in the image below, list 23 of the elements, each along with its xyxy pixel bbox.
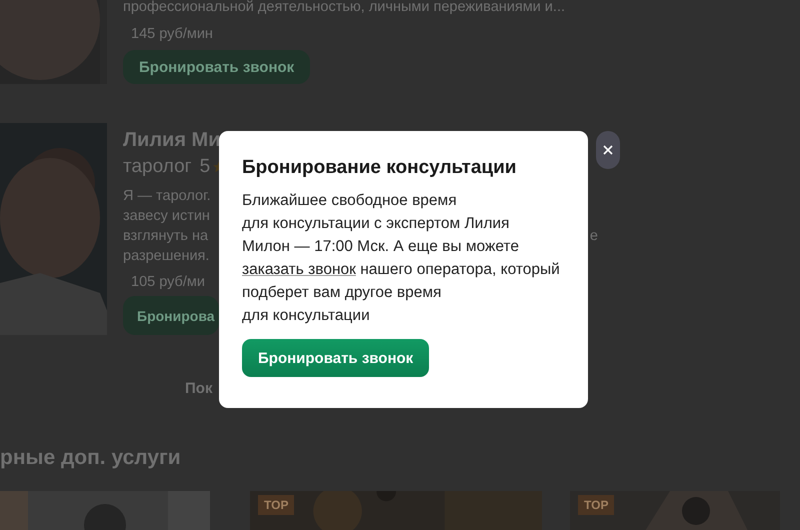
book-call-button[interactable]: Бронирова <box>123 296 219 335</box>
description-line: Я — таролог. <box>123 188 211 204</box>
expert-name: Лилия Ми <box>123 128 221 153</box>
description-line: разрешения. <box>123 248 210 264</box>
price: 105 руб/ми <box>131 273 205 292</box>
rating: 5 <box>200 155 210 179</box>
top-badge: TOP <box>578 495 614 515</box>
show-more-button[interactable]: Пок <box>185 380 212 397</box>
dialog-title: Бронирование консультации <box>242 157 518 179</box>
expert-description: профессиональной деятельностью, личными переживаниями и... <box>123 0 565 17</box>
book-call-button[interactable]: Бронировать звонок <box>242 339 430 377</box>
dialog-text: Ближайшее свободное время для консультации с экспертом Лилия Милон — 17:00 Мск. А еще вы можете заказать звонок нашего оператора, который подберет вам другое время для консультации <box>242 191 561 326</box>
top-badge: TOP <box>258 495 294 515</box>
price: 145 руб/мин <box>131 25 213 44</box>
description-line: взглянуть на <box>123 227 208 246</box>
order-call-link[interactable]: заказать звонок <box>242 261 356 278</box>
description-fragment: е <box>590 227 598 246</box>
book-call-button[interactable]: Бронировать звонок <box>123 50 310 84</box>
description-line: завесу истин <box>123 208 210 224</box>
section-title: рные доп. услуги <box>0 445 182 471</box>
close-button[interactable] <box>596 131 620 169</box>
expert-role: таролог <box>123 155 192 179</box>
close-icon <box>603 145 613 155</box>
